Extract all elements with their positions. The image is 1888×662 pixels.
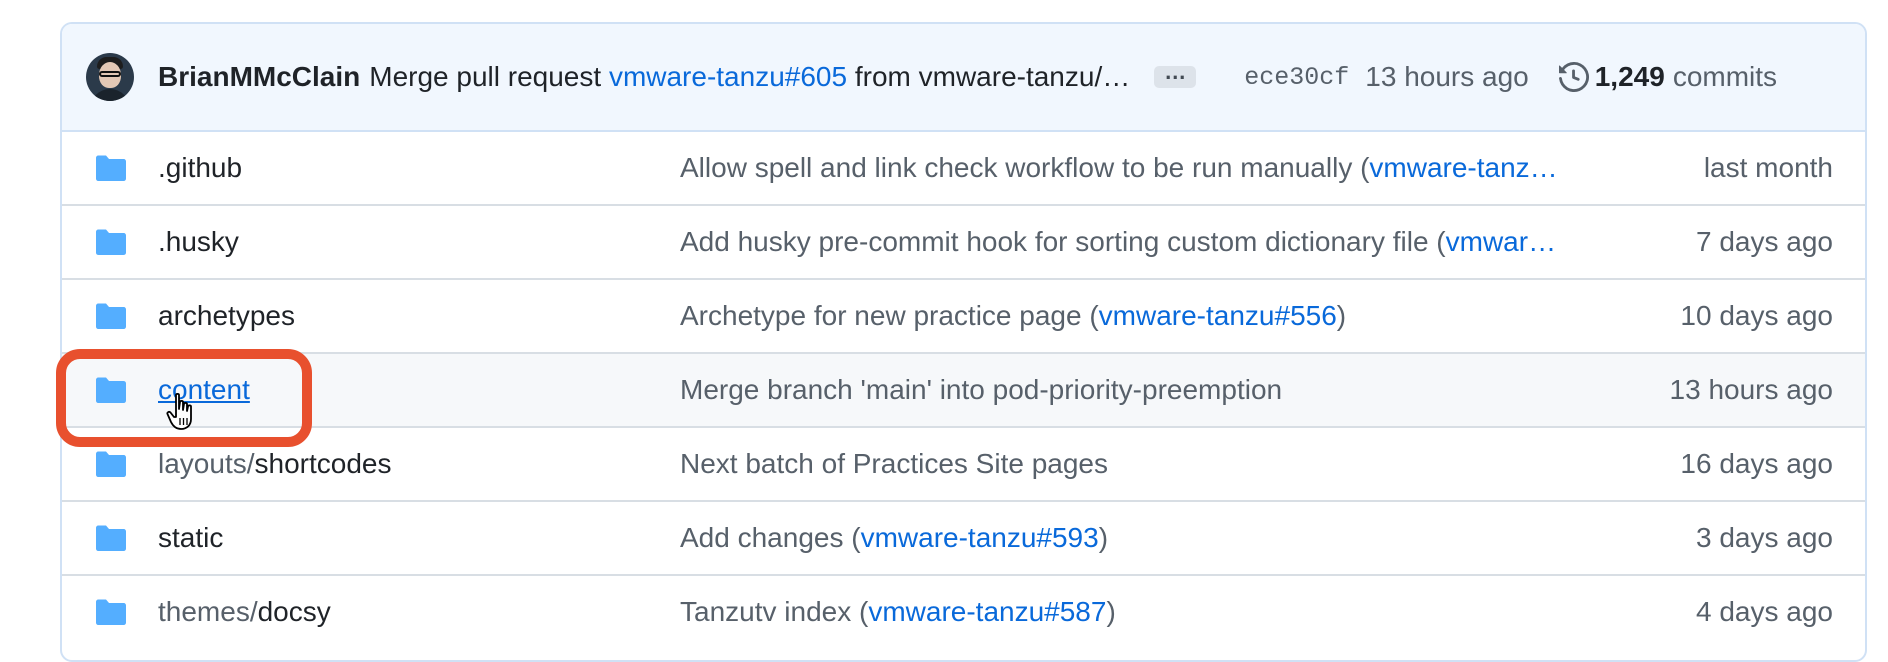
folder-icon [96, 377, 126, 403]
commits-label[interactable]: commits [1673, 61, 1777, 93]
file-name[interactable]: .github [158, 152, 242, 183]
row-time[interactable]: 3 days ago [1696, 522, 1833, 554]
row-time[interactable]: 7 days ago [1696, 226, 1833, 258]
file-name[interactable]: archetypes [158, 300, 295, 331]
commit-sha[interactable]: ece30cf [1244, 63, 1349, 92]
row-pr-link[interactable]: vmware-tanzu#587 [868, 596, 1106, 627]
row-commit-suffix: ) [1098, 522, 1109, 553]
row-commit-message[interactable]: Merge branch 'main' into pod-priority-pr… [680, 374, 1602, 406]
file-row[interactable]: layouts/shortcodes Next batch of Practice… [62, 426, 1865, 500]
file-row[interactable]: themes/docsy Tanzutv index (vmware-tanzu#… [62, 574, 1865, 648]
row-commit-message[interactable]: Archetype for new practice page (vmware-… [680, 300, 1602, 332]
file-name[interactable]: .husky [158, 226, 239, 257]
commit-message-prefix: Merge pull request [369, 61, 609, 92]
file-name-link[interactable]: .husky [158, 226, 239, 258]
row-pr-link[interactable]: vmware-tanzu#556 [1099, 300, 1337, 331]
folder-icon [96, 599, 126, 625]
row-commit-suffix: ) [1106, 596, 1116, 627]
row-commit-text[interactable]: Archetype for new practice page ( [680, 300, 1099, 331]
row-commit-suffix: ) [1336, 300, 1347, 331]
row-commit-message[interactable]: Allow spell and link check workflow to b… [680, 152, 1602, 184]
row-time[interactable]: 13 hours ago [1670, 374, 1833, 406]
file-name-link[interactable]: archetypes [158, 300, 295, 332]
file-name[interactable]: shortcodes [255, 448, 392, 479]
row-time[interactable]: 10 days ago [1680, 300, 1833, 332]
file-row[interactable]: archetypes Archetype for new practice pag… [62, 278, 1865, 352]
row-commit-message[interactable]: Add changes (vmware-tanzu#593) [680, 522, 1602, 554]
row-time[interactable]: last month [1704, 152, 1833, 184]
commit-author[interactable]: BrianMMcClain [158, 61, 360, 93]
commit-count[interactable]: 1,249 [1595, 61, 1665, 93]
file-list-box: BrianMMcClain Merge pull request vmware-… [60, 22, 1867, 662]
folder-icon [96, 155, 126, 181]
row-pr-link[interactable]: vmware-tanz… [1369, 152, 1557, 183]
row-commit-message[interactable]: Tanzutv index (vmware-tanzu#587) [680, 596, 1602, 628]
latest-commit-bar: BrianMMcClain Merge pull request vmware-… [62, 24, 1865, 132]
row-commit-text[interactable]: Allow spell and link check workflow to b… [680, 152, 1369, 183]
commit-message-suffix: from vmware-tanzu/… [847, 61, 1131, 92]
folder-icon [96, 229, 126, 255]
file-row[interactable]: .husky Add husky pre-commit hook for sort… [62, 204, 1865, 278]
file-name-link[interactable]: layouts/shortcodes [158, 448, 391, 480]
commit-message[interactable]: Merge pull request vmware-tanzu#605 from… [369, 61, 1130, 93]
row-commit-text[interactable]: Add changes ( [680, 522, 861, 553]
file-name-link[interactable]: static [158, 522, 223, 554]
file-row[interactable]: static Add changes (vmware-tanzu#593) 3 da… [62, 500, 1865, 574]
file-name-link[interactable]: .github [158, 152, 242, 184]
file-row[interactable]: .github Allow spell and link check workfl… [62, 132, 1865, 204]
folder-icon [96, 525, 126, 551]
row-pr-link[interactable]: vmware-tanzu#593 [861, 522, 1099, 553]
history-icon[interactable] [1558, 62, 1589, 92]
row-pr-link[interactable]: vmwar… [1446, 226, 1556, 257]
hand-cursor-icon [166, 393, 192, 430]
file-name[interactable]: static [158, 522, 223, 553]
file-name[interactable]: docsy [258, 596, 331, 627]
folder-icon [96, 303, 126, 329]
avatar[interactable] [86, 53, 134, 101]
row-commit-text[interactable]: Tanzutv index ( [680, 596, 868, 627]
row-time[interactable]: 16 days ago [1680, 448, 1833, 480]
file-rows: .github Allow spell and link check workfl… [62, 132, 1865, 648]
commit-time[interactable]: 13 hours ago [1365, 61, 1528, 93]
row-commit-text[interactable]: Merge branch 'main' into pod-priority-pr… [680, 374, 1282, 405]
path-prefix[interactable]: themes/ [158, 596, 258, 627]
row-commit-text[interactable]: Next batch of Practices Site pages [680, 448, 1108, 479]
file-row[interactable]: content Merge branch 'main' into pod-prio… [62, 352, 1865, 426]
row-commit-message[interactable]: Add husky pre-commit hook for sorting cu… [680, 226, 1602, 258]
pull-request-link[interactable]: vmware-tanzu#605 [609, 61, 847, 92]
path-prefix[interactable]: layouts/ [158, 448, 255, 479]
expand-message-button[interactable]: … [1154, 61, 1197, 88]
row-time[interactable]: 4 days ago [1696, 596, 1833, 628]
file-name-link[interactable]: themes/docsy [158, 596, 331, 628]
row-commit-message[interactable]: Next batch of Practices Site pages [680, 448, 1602, 480]
folder-icon [96, 451, 126, 477]
row-commit-text[interactable]: Add husky pre-commit hook for sorting cu… [680, 226, 1446, 257]
